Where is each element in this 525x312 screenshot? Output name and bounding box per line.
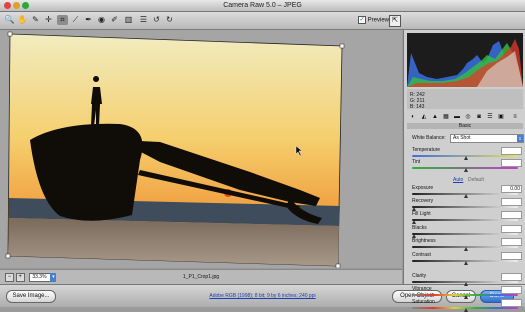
detail-tab-icon[interactable]: ▲ — [431, 113, 439, 121]
slider-track[interactable] — [412, 219, 518, 221]
adjustment-panel: R: 242 G: 211 B: 143 ◐ ◭ ▲ ▦ ▬ ◎ ◙ ☰ ▣ ≡… — [403, 30, 525, 312]
slider-value-field[interactable] — [501, 273, 522, 281]
title-bar: Camera Raw 5.0 – JPEG — [0, 0, 525, 12]
color-sampler-tool-icon[interactable]: ✛ — [43, 15, 54, 25]
slider-track[interactable] — [412, 233, 518, 235]
straighten-tool-icon[interactable]: ⟋ — [70, 15, 81, 25]
presets-tab-icon[interactable]: ☰ — [486, 113, 494, 121]
beach — [8, 218, 339, 266]
spot-removal-tool-icon[interactable]: ✒ — [83, 15, 94, 25]
fullscreen-icon[interactable]: ⇱ — [389, 15, 401, 27]
histogram — [407, 33, 523, 87]
preview-toggle[interactable]: ✓ Preview — [358, 16, 389, 24]
section-title: Basic — [407, 123, 523, 129]
preferences-icon[interactable]: ☰ — [138, 15, 149, 25]
panel-tabs: ◐ ◭ ▲ ▦ ▬ ◎ ◙ ☰ ▣ ≡ — [407, 113, 523, 122]
slider-thumb[interactable] — [412, 220, 416, 224]
crop-handle[interactable] — [7, 31, 13, 37]
select-arrows-icon: ⇕ — [517, 135, 523, 142]
preview-checkbox[interactable]: ✓ — [358, 16, 366, 24]
white-balance-value: As Shot — [453, 135, 471, 141]
slider-thumb[interactable] — [464, 261, 468, 265]
crop-handle[interactable] — [5, 253, 11, 259]
slider-label: Tint — [412, 159, 421, 165]
slider-value-field[interactable] — [501, 252, 522, 260]
cancel-button[interactable]: Cancel — [446, 290, 476, 303]
image-preview-area[interactable] — [0, 30, 402, 268]
lens-corrections-tab-icon[interactable]: ◎ — [464, 113, 472, 121]
slider-label: Contrast — [412, 252, 431, 258]
slider-thumb[interactable] — [464, 295, 468, 299]
crop-handle[interactable] — [335, 263, 341, 268]
slider-value-field[interactable]: 0.00 — [501, 185, 522, 193]
slider-label: Fill Light — [412, 211, 431, 217]
slider-label: Clarity — [412, 273, 427, 279]
crop-tool-icon[interactable]: ⌗ — [57, 15, 68, 25]
slider-label: Recovery — [412, 198, 434, 204]
slider-thumb[interactable] — [464, 247, 468, 251]
snapshots-tab-icon[interactable]: ▣ — [497, 113, 505, 121]
slider-thumb[interactable] — [464, 282, 468, 286]
slider-value-field[interactable] — [501, 286, 522, 294]
preview-label: Preview — [367, 17, 390, 24]
status-row: − + 33.3% ▾ 1_P1_Crop1.jpg — [0, 269, 402, 284]
slider-value-field[interactable] — [501, 159, 522, 167]
slider-thumb[interactable] — [464, 194, 468, 198]
photo-preview[interactable] — [0, 30, 402, 268]
toolbar: 🔍 ✋ ✎ ✛ ⌗ ⟋ ✒ ◉ ✐ ▥ ☰ ↺ ↻ ✓ Preview ⇱ — [0, 12, 525, 30]
slider-thumb[interactable] — [464, 168, 468, 172]
slider-label: Brightness — [412, 238, 436, 244]
slider-thumb[interactable] — [464, 308, 468, 312]
red-eye-tool-icon[interactable]: ◉ — [96, 15, 107, 25]
rotate-left-icon[interactable]: ↺ — [151, 15, 162, 25]
auto-link[interactable]: Auto — [453, 177, 463, 183]
split-toning-tab-icon[interactable]: ▬ — [453, 113, 461, 121]
slider-value-field[interactable] — [501, 147, 522, 155]
hsl-tab-icon[interactable]: ▦ — [442, 113, 450, 121]
slider-label: Blacks — [412, 225, 427, 231]
rotate-right-icon[interactable]: ↻ — [164, 15, 175, 25]
slider-label: Saturation — [412, 299, 435, 305]
adjustment-brush-icon[interactable]: ✐ — [109, 15, 120, 25]
crop-handle[interactable] — [339, 43, 345, 49]
zoom-tool-icon[interactable]: 🔍 — [4, 15, 15, 25]
filename-label: 1_P1_Crop1.jpg — [182, 274, 220, 280]
slider-track[interactable] — [412, 206, 518, 208]
slider-value-field[interactable] — [501, 238, 522, 246]
slider-label: Exposure — [412, 185, 434, 191]
camera-calibration-tab-icon[interactable]: ◙ — [475, 113, 483, 121]
graduated-filter-icon[interactable]: ▥ — [123, 15, 134, 25]
white-balance-label: White Balance: — [412, 135, 446, 141]
rgb-values: R: 242 G: 211 B: 143 — [410, 92, 425, 110]
slider-thumb[interactable] — [464, 156, 468, 160]
white-balance-tool-icon[interactable]: ✎ — [30, 15, 41, 25]
hand-tool-icon[interactable]: ✋ — [17, 15, 28, 25]
slider-value-field[interactable] — [501, 225, 522, 233]
tone-curve-tab-icon[interactable]: ◭ — [420, 113, 428, 121]
panel-menu-icon[interactable]: ≡ — [511, 113, 519, 121]
slider-value-field[interactable] — [501, 211, 522, 219]
white-balance-select[interactable]: As Shot ⇕ — [450, 134, 524, 143]
window-title: Camera Raw 5.0 – JPEG — [223, 2, 302, 9]
slider-label: Temperature — [412, 147, 441, 153]
blue-value: B: 143 — [410, 104, 425, 110]
slider-label: Vibrance — [412, 286, 432, 292]
default-link[interactable]: Default — [468, 177, 484, 183]
basic-tab-icon[interactable]: ◐ — [409, 113, 417, 121]
slider-value-field[interactable] — [501, 198, 522, 206]
